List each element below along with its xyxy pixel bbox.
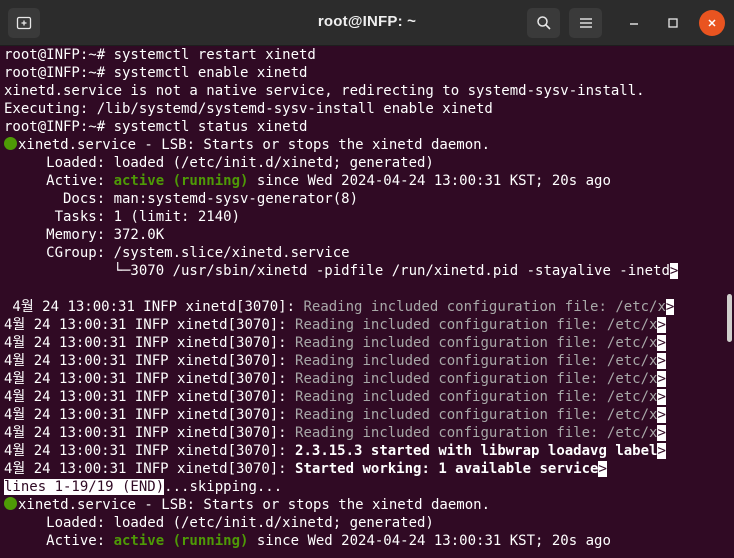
log-prefix: 4월 24 13:00:31 INFP xinetd[3070]: [4, 371, 296, 387]
active-status-dot-icon [4, 497, 17, 510]
log-line: 4월 24 13:00:31 INFP xinetd[3070]: Readin… [4, 406, 722, 424]
search-icon [536, 16, 551, 30]
service-status-line: xinetd.service - LSB: Starts or stops th… [4, 496, 722, 514]
log-prefix: 4월 24 13:00:31 INFP xinetd[3070]: [4, 443, 296, 459]
log-prefix: 4월 24 13:00:31 INFP xinetd[3070]: [4, 407, 296, 423]
minimize-icon [630, 23, 638, 25]
log-message: Reading included configuration file: /et… [295, 371, 658, 387]
truncation-marker: > [665, 299, 675, 315]
docs-line: Docs: man:systemd-sysv-generator(8) [4, 191, 359, 207]
active-line: Active: active (running) since Wed 2024-… [4, 173, 611, 189]
truncation-marker: > [657, 371, 666, 387]
active-state: active (running) [113, 173, 249, 189]
log-line: 4월 24 13:00:31 INFP xinetd[3070]: Readin… [4, 424, 722, 442]
maximize-button[interactable] [660, 10, 686, 36]
log-prefix: 4월 24 13:00:31 INFP xinetd[3070]: [4, 335, 296, 351]
command-line: root@INFP:~# systemctl enable xinetd [4, 65, 308, 81]
journal-log-list: 4월 24 13:00:31 INFP xinetd[3070]: Readin… [4, 298, 722, 478]
loaded-line: Loaded: loaded (/etc/init.d/xinetd; gene… [4, 515, 434, 531]
truncation-marker: > [657, 407, 666, 423]
log-prefix: 4월 24 13:00:31 INFP xinetd[3070]: [4, 425, 296, 441]
log-line: 4월 24 13:00:31 INFP xinetd[3070]: 2.3.15… [4, 442, 722, 460]
log-message: Reading included configuration file: /et… [295, 389, 658, 405]
log-prefix: 4월 24 13:00:31 INFP xinetd[3070]: [4, 299, 304, 315]
close-icon [708, 19, 716, 27]
loaded-line: Loaded: loaded (/etc/init.d/xinetd; gene… [4, 155, 434, 171]
cgroup-process-line: └─3070 /usr/sbin/xinetd -pidfile /run/xi… [4, 263, 679, 279]
log-message: Started working: 1 available service [295, 461, 599, 477]
active-line: Active: active (running) since Wed 2024-… [4, 533, 611, 549]
truncation-marker: > [657, 389, 666, 405]
search-button[interactable] [527, 8, 560, 38]
log-message: Reading included configuration file: /et… [295, 317, 658, 333]
truncation-marker: > [657, 335, 666, 351]
command-line: root@INFP:~# systemctl status xinetd [4, 119, 308, 135]
service-status-line: xinetd.service - LSB: Starts or stops th… [4, 136, 722, 154]
minimize-button[interactable] [621, 10, 647, 36]
log-line: 4월 24 13:00:31 INFP xinetd[3070]: Readin… [4, 316, 722, 334]
output-line: Executing: /lib/systemd/systemd-sysv-ins… [4, 101, 493, 117]
log-message: Reading included configuration file: /et… [295, 407, 658, 423]
memory-line: Memory: 372.0K [4, 227, 165, 243]
truncation-marker: > [657, 443, 666, 459]
log-line: 4월 24 13:00:31 INFP xinetd[3070]: Readin… [4, 370, 722, 388]
skipping-text: ...skipping... [164, 479, 283, 495]
scrollbar[interactable] [727, 294, 732, 342]
menu-button[interactable] [569, 8, 602, 38]
terminal-window: root@INFP: ~ root@INFP:~# systemctl rest… [0, 0, 734, 558]
log-prefix: 4월 24 13:00:31 INFP xinetd[3070]: [4, 353, 296, 369]
log-line: 4월 24 13:00:31 INFP xinetd[3070]: Readin… [4, 298, 722, 316]
output-line: xinetd.service is not a native service, … [4, 83, 645, 99]
log-message: Reading included configuration file: /et… [295, 425, 658, 441]
command-line: root@INFP:~# systemctl restart xinetd [4, 47, 316, 63]
log-line: 4월 24 13:00:31 INFP xinetd[3070]: Starte… [4, 460, 722, 478]
terminal-output[interactable]: root@INFP:~# systemctl restart xinetd ro… [0, 46, 722, 558]
active-state: active (running) [113, 533, 249, 549]
tasks-line: Tasks: 1 (limit: 2140) [4, 209, 241, 225]
pager-line: lines 1-19/19 (END)...skipping... [4, 478, 722, 496]
close-button[interactable] [699, 10, 725, 36]
log-prefix: 4월 24 13:00:31 INFP xinetd[3070]: [4, 461, 296, 477]
log-message: Reading included configuration file: /et… [295, 353, 658, 369]
pager-status: lines 1-19/19 (END) [4, 479, 165, 495]
log-line: 4월 24 13:00:31 INFP xinetd[3070]: Readin… [4, 352, 722, 370]
log-line: 4월 24 13:00:31 INFP xinetd[3070]: Readin… [4, 334, 722, 352]
truncation-marker: > [657, 317, 666, 333]
maximize-icon [668, 18, 678, 28]
cgroup-line: CGroup: /system.slice/xinetd.service [4, 245, 350, 261]
log-line: 4월 24 13:00:31 INFP xinetd[3070]: Readin… [4, 388, 722, 406]
truncation-marker: > [669, 263, 679, 279]
truncation-marker: > [657, 425, 666, 441]
truncation-marker: > [657, 353, 666, 369]
hamburger-menu-icon [579, 18, 592, 28]
truncation-marker: > [598, 461, 607, 477]
log-message: Reading included configuration file: /et… [303, 299, 666, 315]
title-bar: root@INFP: ~ [0, 0, 734, 46]
active-status-dot-icon [4, 137, 17, 150]
log-message: 2.3.15.3 started with libwrap loadavg la… [295, 443, 658, 459]
log-message: Reading included configuration file: /et… [295, 335, 658, 351]
log-prefix: 4월 24 13:00:31 INFP xinetd[3070]: [4, 389, 296, 405]
log-prefix: 4월 24 13:00:31 INFP xinetd[3070]: [4, 317, 296, 333]
